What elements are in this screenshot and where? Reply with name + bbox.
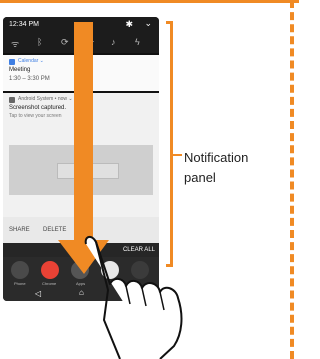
notification-panel-label: Notification panel [184,148,284,188]
callout-line [173,154,182,156]
callout-line-2: panel [184,170,216,185]
callout-line-1: Notification [184,150,249,165]
notification-panel-bracket [166,21,173,267]
